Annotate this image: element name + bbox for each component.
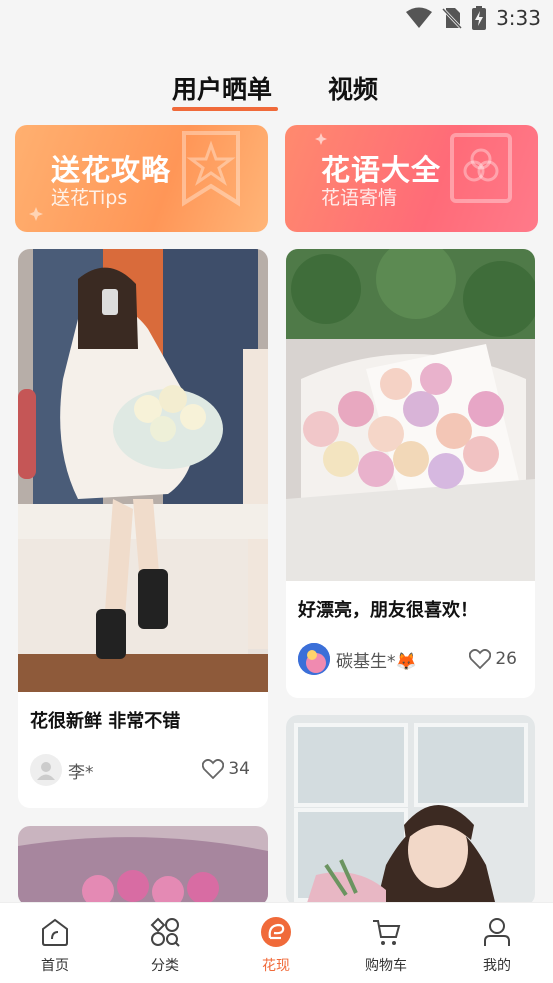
user-placeholder-icon	[37, 762, 55, 780]
post-card[interactable]: 好漂亮，朋友很喜欢！ 碳基生*🦊 26	[286, 249, 535, 698]
category-icon	[150, 917, 180, 947]
banner-subtitle: 送花Tips	[51, 187, 128, 209]
status-bar: 3:33	[0, 0, 553, 40]
active-tab-indicator	[172, 107, 278, 111]
bottom-nav: 首页 分类 花现 购物车 我的	[0, 902, 553, 983]
like-button[interactable]: 34	[202, 759, 250, 779]
status-time: 3:33	[496, 6, 541, 30]
nav-label: 花现	[262, 958, 290, 974]
nav-label: 分类	[151, 958, 179, 974]
heart-icon	[469, 649, 492, 669]
banner-gift-tips[interactable]: 送花攻略 送花Tips	[15, 125, 268, 232]
post-photo	[18, 826, 268, 906]
like-count: 26	[495, 649, 517, 669]
author-name: 李*	[68, 762, 94, 783]
home-icon	[42, 918, 68, 946]
post-photo	[286, 249, 535, 581]
post-card[interactable]	[286, 715, 535, 906]
nav-item-home[interactable]: 首页	[0, 903, 110, 983]
bookmark-star-icon	[182, 131, 240, 207]
post-title: 好漂亮，朋友很喜欢！	[298, 600, 478, 621]
cart-icon	[373, 920, 401, 945]
nav-item-discover[interactable]: 花现	[221, 903, 331, 983]
banner-subtitle: 花语寄情	[321, 187, 398, 209]
sparkle-icon	[29, 207, 43, 221]
like-count: 34	[228, 759, 250, 779]
nav-label: 购物车	[365, 958, 407, 974]
banner-flower-language[interactable]: 花语大全 花语寄情	[285, 125, 538, 232]
author-name: 碳基生*🦊	[336, 651, 417, 672]
tab-video[interactable]: 视频	[328, 70, 378, 106]
post-title: 花很新鲜 非常不错	[30, 711, 181, 732]
like-button[interactable]: 26	[469, 649, 517, 669]
heart-icon	[202, 759, 225, 779]
book-flower-icon	[450, 133, 512, 203]
avatar	[30, 754, 62, 786]
avatar	[298, 643, 330, 675]
post-author[interactable]: 李*	[30, 754, 94, 786]
profile-icon	[484, 918, 510, 946]
sparkle-icon	[315, 133, 327, 145]
no-sim-icon	[442, 7, 463, 29]
tab-user-posts[interactable]: 用户晒单	[172, 70, 272, 106]
post-author[interactable]: 碳基生*🦊	[298, 643, 417, 675]
content-tabs: 用户晒单 视频	[0, 70, 553, 114]
post-card[interactable]: 花很新鲜 非常不错 李* 34	[18, 249, 268, 808]
post-photo	[286, 715, 535, 906]
cartoon-avatar-icon	[298, 643, 330, 675]
post-card[interactable]	[18, 826, 268, 906]
wifi-icon	[406, 7, 433, 28]
nav-item-category[interactable]: 分类	[110, 903, 220, 983]
nav-item-cart[interactable]: 购物车	[331, 903, 441, 983]
nav-label: 首页	[41, 958, 69, 974]
discover-icon	[261, 917, 291, 947]
nav-item-profile[interactable]: 我的	[442, 903, 552, 983]
battery-charging-icon	[472, 6, 487, 30]
nav-label: 我的	[483, 958, 511, 974]
post-photo	[18, 249, 268, 692]
